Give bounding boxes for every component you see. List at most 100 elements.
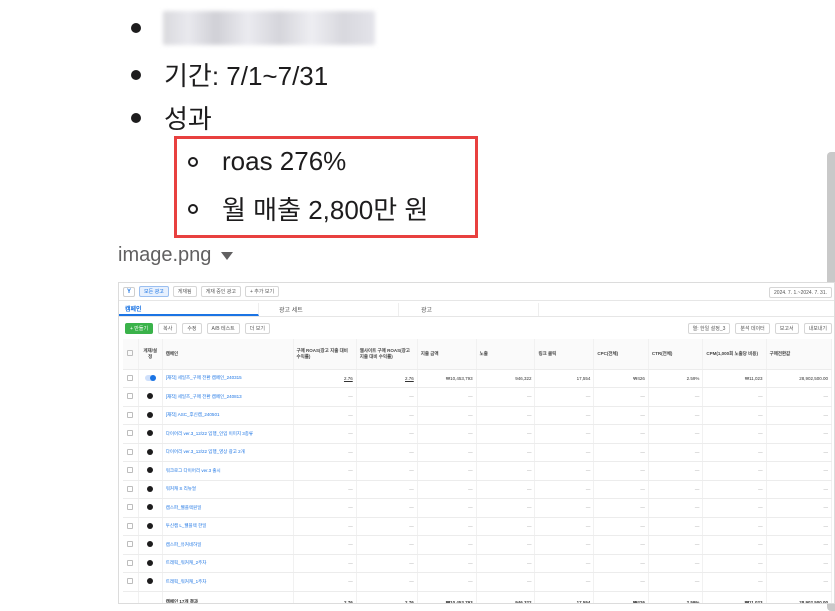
cell-roas: — bbox=[293, 387, 357, 407]
cell-ctr: — bbox=[648, 406, 704, 425]
campaign-name: 다이어리 ver.3_12/22 입행_인입 이미지 3종류 bbox=[162, 424, 294, 444]
cell-cpm: ₩11,023 bbox=[702, 369, 767, 388]
bullet-label: 기간: 7/1~7/31 bbox=[164, 61, 329, 91]
breakdown-button: 분석 데이터 bbox=[735, 322, 770, 334]
campaign-name: 캠스파_웰플랙원일 bbox=[162, 498, 294, 518]
row-status bbox=[138, 554, 163, 573]
row-checkbox bbox=[123, 443, 139, 462]
cell-web_roas: — bbox=[356, 517, 418, 536]
cell-cpm: — bbox=[702, 572, 767, 592]
row-status bbox=[138, 387, 163, 407]
cell-impr: — bbox=[476, 517, 536, 536]
cell-spend: — bbox=[417, 498, 477, 518]
cell-impr: — bbox=[476, 554, 536, 573]
table-row: 다이어리 ver.3_12/22 입행_인입 이미지 3종류 — — — — — — — — — bbox=[123, 424, 833, 444]
row-status bbox=[138, 498, 163, 518]
cell-web_roas: — bbox=[356, 461, 418, 481]
cell-impr: — bbox=[476, 498, 536, 518]
cell-ctr: — bbox=[648, 572, 704, 592]
col-header: 노출 bbox=[476, 339, 536, 370]
campaign-name: [재작] ASC_후신캠_240501 bbox=[162, 406, 294, 425]
cell-roas: — bbox=[293, 480, 357, 499]
col-header: CPC(전체) bbox=[593, 339, 649, 370]
cell-cpm: — bbox=[702, 387, 767, 407]
cell-ctr: — bbox=[648, 535, 704, 555]
cell-ctr: — bbox=[648, 424, 704, 444]
cell-clicks: — bbox=[534, 572, 595, 592]
col-header: 게재/설정 bbox=[138, 339, 163, 370]
table-row: 다이어리 ver.3_12/22 입행_영상 광고 2개 — — — — — — — — — bbox=[123, 443, 833, 462]
row-status bbox=[138, 517, 163, 536]
cell-value: — bbox=[766, 443, 833, 462]
cell-spend: ₩10,453,793 bbox=[417, 369, 477, 388]
total-roas: 2.76 bbox=[293, 591, 357, 603]
duplicate-button: 복사 bbox=[158, 322, 178, 334]
cell-web_roas: — bbox=[356, 535, 418, 555]
cell-cpm: — bbox=[702, 443, 767, 462]
attachment-header[interactable]: image.png bbox=[118, 244, 234, 267]
toggle-on-icon bbox=[144, 374, 156, 381]
date-range: 2024. 7. 1.~2024. 7. 31. bbox=[769, 287, 832, 298]
cell-value: — bbox=[766, 572, 833, 592]
row-checkbox bbox=[123, 406, 139, 425]
more-button: 더 보기 bbox=[244, 322, 270, 334]
row-checkbox bbox=[123, 387, 139, 407]
cell-web_roas: — bbox=[356, 406, 418, 425]
table-row: 트래픽_워커캐_1주차 — — — — — — — — — bbox=[123, 572, 833, 592]
cell-impr: — bbox=[476, 535, 536, 555]
status-dot-icon bbox=[147, 467, 154, 474]
redacted-bullet bbox=[131, 11, 375, 45]
cell-cpm: — bbox=[702, 480, 767, 499]
attachment-name[interactable]: image.png bbox=[118, 244, 211, 267]
total-impr: 946,322 bbox=[476, 591, 536, 603]
row-checkbox bbox=[123, 517, 139, 536]
status-dot-icon bbox=[147, 522, 154, 529]
cell-value: — bbox=[766, 554, 833, 573]
bullet-period: 기간: 7/1~7/31 bbox=[131, 56, 328, 93]
reports-button: 보고서 bbox=[774, 322, 799, 334]
total-cpc: ₩426 bbox=[593, 591, 649, 603]
table-row: [재작] 세일즈_구매 전환 캠페인_240315 2.76 2.76 ₩10,453… bbox=[123, 369, 833, 388]
total-cpm: ₩11,023 bbox=[702, 591, 767, 603]
caret-down-icon[interactable] bbox=[221, 251, 234, 260]
bullet-dot bbox=[131, 69, 141, 80]
cell-spend: — bbox=[417, 387, 477, 407]
cell-roas: — bbox=[293, 461, 357, 481]
table-total-row: 캠페인 17개 결과 2.76 2.76 ₩10,453,793 946,322 17,5… bbox=[123, 591, 833, 603]
table-row: 워커캐 S 리뉴얼 — — — — — — — — — bbox=[123, 480, 833, 499]
cell-impr: — bbox=[476, 461, 536, 481]
cell-cpm: — bbox=[702, 554, 767, 573]
cell-cpc: — bbox=[593, 554, 649, 573]
col-header: 지출 금액 bbox=[417, 339, 477, 370]
table-row: 캠스파_웰플랙원일 — — — — — — — — — bbox=[123, 498, 833, 518]
row-checkbox bbox=[123, 572, 139, 592]
bullet-performance: 성과 bbox=[131, 99, 212, 136]
cell-value: — bbox=[766, 387, 833, 407]
row-status bbox=[138, 369, 163, 388]
cell-cpc: — bbox=[593, 480, 649, 499]
row-status bbox=[138, 406, 163, 425]
cell-impr: — bbox=[476, 480, 536, 499]
cell-cpc: — bbox=[593, 387, 649, 407]
row-checkbox bbox=[123, 498, 139, 518]
cell-cpc: — bbox=[593, 517, 649, 536]
cell-ctr: — bbox=[648, 461, 704, 481]
cell-spend: — bbox=[417, 572, 477, 592]
status-dot-icon bbox=[147, 411, 154, 418]
col-header: 캠페인 bbox=[162, 339, 294, 370]
cell-value: — bbox=[766, 480, 833, 499]
cell-spend: — bbox=[417, 554, 477, 573]
attached-image[interactable]: Y 모든 광고 게재됨 게재 중인 광고 + 추가 보기 2024. 7. 1.… bbox=[118, 282, 835, 604]
cell-clicks: — bbox=[534, 387, 595, 407]
col-header: 링크 클릭 bbox=[534, 339, 595, 370]
table-row: 투신캠 L_웰플렉 한일 — — — — — — — — — bbox=[123, 517, 833, 536]
cell-clicks: — bbox=[534, 443, 595, 462]
cell-value: — bbox=[766, 406, 833, 425]
row-status bbox=[138, 424, 163, 444]
cell-value: — bbox=[766, 461, 833, 481]
total-ctr: 2.59% bbox=[648, 591, 704, 603]
status-dot-icon bbox=[147, 559, 154, 566]
tab-ads: 광고 bbox=[399, 303, 539, 316]
campaign-name: 다이어리 ver.3_12/22 입행_영상 광고 2개 bbox=[162, 443, 294, 462]
cell-cpc: — bbox=[593, 535, 649, 555]
